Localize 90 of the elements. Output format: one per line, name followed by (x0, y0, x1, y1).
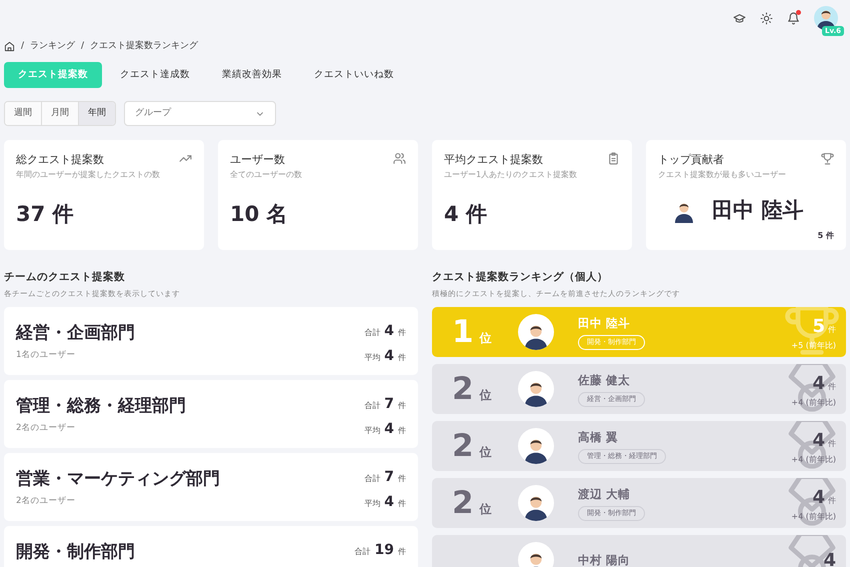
count-unit: 件 (828, 324, 836, 336)
rank-unit: 位 (480, 330, 492, 347)
stat-value: 4 件 (444, 202, 487, 226)
team-total-unit: 件 (398, 546, 406, 558)
clipboard-icon (607, 152, 620, 166)
user-name: 佐藤 健太 (578, 372, 632, 389)
rank-unit: 位 (480, 444, 492, 461)
stat-description: 年間のユーザーが提案したクエストの数 (16, 168, 161, 181)
proposal-count: 4 (812, 428, 825, 453)
sun-icon[interactable] (760, 12, 773, 24)
top-user-count: 5 件 (816, 230, 834, 242)
select-placeholder: グループ (135, 106, 171, 120)
rank-number: 2 (452, 484, 474, 523)
ranking-tab[interactable]: クエストいいね数 (300, 62, 408, 88)
team-average-unit: 件 (398, 425, 406, 438)
user-name: 渡辺 大輔 (578, 486, 632, 503)
rank-number: 2 (452, 427, 474, 466)
proposal-count: 5 (812, 314, 825, 339)
team-total-value: 7 (384, 468, 394, 488)
team-total-unit: 件 (398, 400, 406, 412)
team-total-unit: 件 (398, 327, 406, 340)
period-toggle[interactable]: 年間 (79, 102, 115, 126)
proposal-count: 4 (823, 548, 836, 567)
ranking-row[interactable]: 中村 陽向 4 (432, 535, 846, 567)
graduation-cap-icon[interactable] (733, 12, 746, 24)
notification-bell-icon[interactable] (787, 12, 800, 24)
group-select[interactable]: グループ (124, 101, 276, 126)
user-name: 中村 陽向 (578, 552, 632, 567)
team-total-value: 19 (374, 541, 394, 560)
rank-unit: 位 (480, 387, 492, 404)
rank-number: 1 (452, 313, 474, 352)
team-name: 開発・制作部門 (16, 541, 135, 564)
team-total-unit: 件 (398, 473, 406, 486)
home-icon[interactable] (4, 41, 15, 52)
team-total-value: 4 (384, 322, 394, 342)
team-total-label: 合計 (364, 400, 380, 412)
breadcrumb-separator: / (81, 40, 84, 53)
team-average-value: 4 (384, 347, 394, 366)
team-average-label: 平均 (364, 352, 380, 364)
users-icon (393, 152, 406, 166)
count-unit: 件 (828, 438, 836, 450)
team-user-count: 2名のユーザー (16, 422, 76, 434)
team-name: 営業・マーケティング部門 (16, 468, 220, 492)
trophy-icon (784, 307, 840, 358)
ranking-tab[interactable]: 業績改善効果 (208, 62, 296, 88)
stat-title: トップ貢献者 (658, 152, 725, 168)
trophy-icon (821, 152, 834, 166)
stat-title: 平均クエスト提案数 (444, 152, 544, 168)
breadcrumb-separator: / (21, 40, 24, 53)
stat-value: 37 件 (16, 202, 74, 226)
team-user-count: 1名のユーザー (16, 348, 76, 362)
period-toggle[interactable]: 月間 (42, 102, 79, 126)
team-user-count: 2名のユーザー (16, 494, 76, 508)
team-average-label: 平均 (364, 498, 380, 510)
team-name: 経営・企画部門 (16, 322, 135, 346)
user-name: 田中 陸斗 (578, 314, 632, 332)
breadcrumb-current: クエスト提案数ランキング (90, 40, 198, 53)
year-change: +4 (前年比) (791, 396, 836, 409)
team-average-value: 4 (384, 420, 394, 440)
proposal-count: 4 (812, 486, 825, 510)
count-unit: 件 (828, 380, 836, 393)
section-title: クエスト提案数ランキング（個人） (432, 270, 609, 286)
ranking-tab[interactable]: クエスト達成数 (106, 62, 204, 88)
team-average-unit: 件 (398, 352, 406, 364)
team-total-value: 7 (384, 395, 394, 414)
stat-title: 総クエスト提案数 (16, 152, 105, 168)
year-change: +4 (前年比) (791, 510, 836, 523)
stat-value: 10 名 (230, 202, 288, 226)
breadcrumb-link[interactable]: ランキング (30, 40, 76, 54)
count-unit: 件 (828, 494, 836, 507)
team-total-label: 合計 (364, 473, 380, 486)
top-user-name: 田中 陸斗 (712, 196, 804, 224)
period-toggle[interactable]: 週間 (5, 102, 42, 126)
rank-unit: 位 (480, 501, 492, 518)
year-change: +5 (前年比) (791, 340, 836, 352)
team-name: 管理・総務・経理部門 (16, 395, 186, 418)
user-name: 高橋 翼 (578, 428, 620, 446)
team-total-label: 合計 (364, 327, 380, 340)
team-total-label: 合計 (354, 546, 371, 558)
stat-description: ユーザー1人あたりのクエスト提案数 (444, 168, 578, 181)
proposal-count: 4 (812, 372, 825, 396)
rank-number: 2 (452, 370, 474, 409)
section-title: チームのクエスト提案数 (4, 270, 126, 286)
stat-title: ユーザー数 (230, 152, 286, 168)
stat-description: クエスト提案数が最も多いユーザー (658, 168, 787, 181)
team-average-unit: 件 (398, 498, 406, 510)
team-average-value: 4 (384, 493, 394, 512)
stat-description: 全てのユーザーの数 (230, 168, 303, 181)
year-change: +4 (前年比) (791, 454, 836, 466)
team-average-label: 平均 (364, 425, 380, 438)
